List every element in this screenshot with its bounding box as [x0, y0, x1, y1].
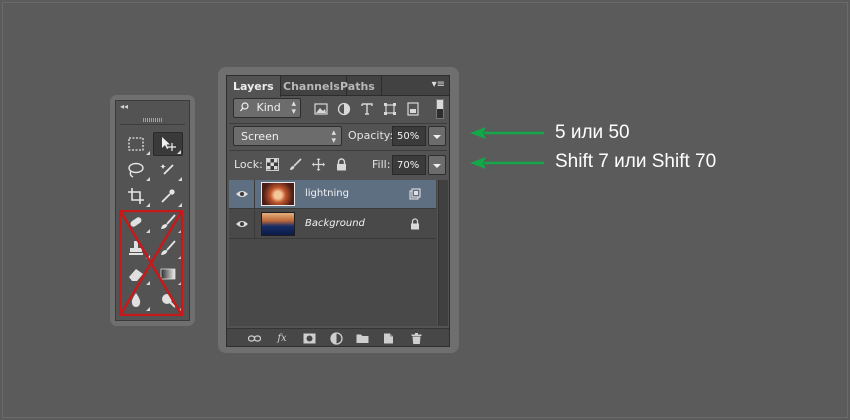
filter-toggle-switch[interactable] — [436, 99, 444, 119]
lock-pixels-icon[interactable] — [287, 156, 303, 172]
shape-filter-icon[interactable] — [382, 101, 398, 117]
lock-label: Lock: — [234, 158, 263, 171]
layers-footer: fx — [227, 328, 449, 346]
trash-icon[interactable] — [407, 331, 425, 345]
smart-object-icon — [408, 187, 422, 201]
type-filter-icon[interactable] — [359, 101, 375, 117]
eraser-icon[interactable] — [121, 262, 151, 286]
annotation-arrow-fill — [470, 157, 544, 169]
layers-panel: Layers Channels Paths ▾≡ Kind ▴ ▾ Screen … — [226, 75, 450, 347]
fx-label: fx — [277, 332, 287, 344]
divider — [120, 124, 185, 125]
lock-all-icon[interactable] — [333, 156, 349, 172]
brush-icon[interactable] — [153, 210, 183, 234]
filter-kind-select[interactable]: Kind ▴ ▾ — [233, 98, 301, 118]
clone-stamp-icon[interactable] — [121, 236, 151, 260]
opacity-dropdown-button[interactable] — [428, 126, 446, 146]
panel-menu-icon[interactable]: ▾≡ — [432, 79, 445, 90]
blend-mode-select[interactable]: Screen ▴ ▾ — [233, 126, 342, 146]
panel-grip[interactable] — [143, 118, 163, 122]
layer-row-lightning[interactable]: lightning — [229, 180, 436, 209]
fill-input[interactable]: 70% — [392, 155, 426, 175]
tools-panel: ◂◂ — [115, 100, 190, 321]
adjustment-layer-icon[interactable] — [327, 331, 345, 345]
magic-wand-icon[interactable] — [153, 158, 183, 182]
layer-thumbnail — [261, 182, 295, 206]
panel-tabs: Layers Channels Paths ▾≡ — [227, 76, 449, 97]
opacity-label: Opacity: — [348, 129, 394, 142]
fill-dropdown-button[interactable] — [428, 155, 446, 175]
updown-icon: ▴ ▾ — [331, 128, 336, 146]
smart-object-filter-icon[interactable] — [405, 101, 421, 117]
gradient-icon[interactable] — [153, 262, 183, 286]
lock-transparent-icon[interactable] — [264, 156, 280, 172]
lock-icon — [408, 217, 422, 231]
search-icon — [240, 102, 249, 112]
filter-row: Kind ▴ ▾ — [227, 98, 449, 124]
filter-kind-label: Kind — [256, 101, 281, 114]
tab-layers[interactable]: Layers — [227, 76, 281, 97]
divider — [229, 123, 447, 124]
visibility-eye-icon[interactable] — [229, 210, 255, 238]
fill-label: Fill: — [372, 158, 391, 171]
new-layer-icon[interactable] — [379, 331, 397, 345]
dodge-icon[interactable] — [153, 288, 183, 312]
layer-row-background[interactable]: Background — [229, 210, 436, 239]
updown-icon: ▴ ▾ — [291, 99, 296, 117]
move-tool-icon[interactable] — [153, 132, 183, 156]
add-mask-icon[interactable] — [300, 331, 318, 345]
scrollbar[interactable] — [438, 180, 448, 326]
group-folder-icon[interactable] — [353, 331, 371, 345]
layer-name[interactable]: Background — [305, 218, 365, 229]
eyedropper-icon[interactable] — [153, 184, 183, 208]
blur-icon[interactable] — [121, 288, 151, 312]
divider — [229, 150, 447, 151]
adjustment-filter-icon[interactable] — [336, 101, 352, 117]
layer-name[interactable]: lightning — [305, 188, 349, 199]
annotation-arrow-opacity — [470, 127, 544, 139]
annotation-opacity-text: 5 или 50 — [555, 122, 630, 143]
spot-healing-icon[interactable] — [121, 210, 151, 234]
fx-icon[interactable]: fx — [273, 331, 291, 345]
collapse-toggle[interactable]: ◂◂ — [120, 102, 128, 111]
annotation-fill-text: Shift 7 или Shift 70 — [555, 151, 717, 172]
opacity-input[interactable]: 50% — [392, 126, 426, 146]
tab-paths[interactable]: Paths — [334, 76, 382, 96]
lock-position-icon[interactable] — [310, 156, 326, 172]
blend-mode-value: Screen — [241, 130, 279, 143]
pixel-filter-icon[interactable] — [313, 101, 329, 117]
link-layers-icon[interactable] — [245, 331, 263, 345]
visibility-eye-icon[interactable] — [229, 180, 255, 208]
crop-icon[interactable] — [121, 184, 151, 208]
layer-thumbnail — [261, 212, 295, 236]
history-brush-icon[interactable] — [153, 236, 183, 260]
rectangular-marquee-icon[interactable] — [121, 132, 151, 156]
lasso-icon[interactable] — [121, 158, 151, 182]
